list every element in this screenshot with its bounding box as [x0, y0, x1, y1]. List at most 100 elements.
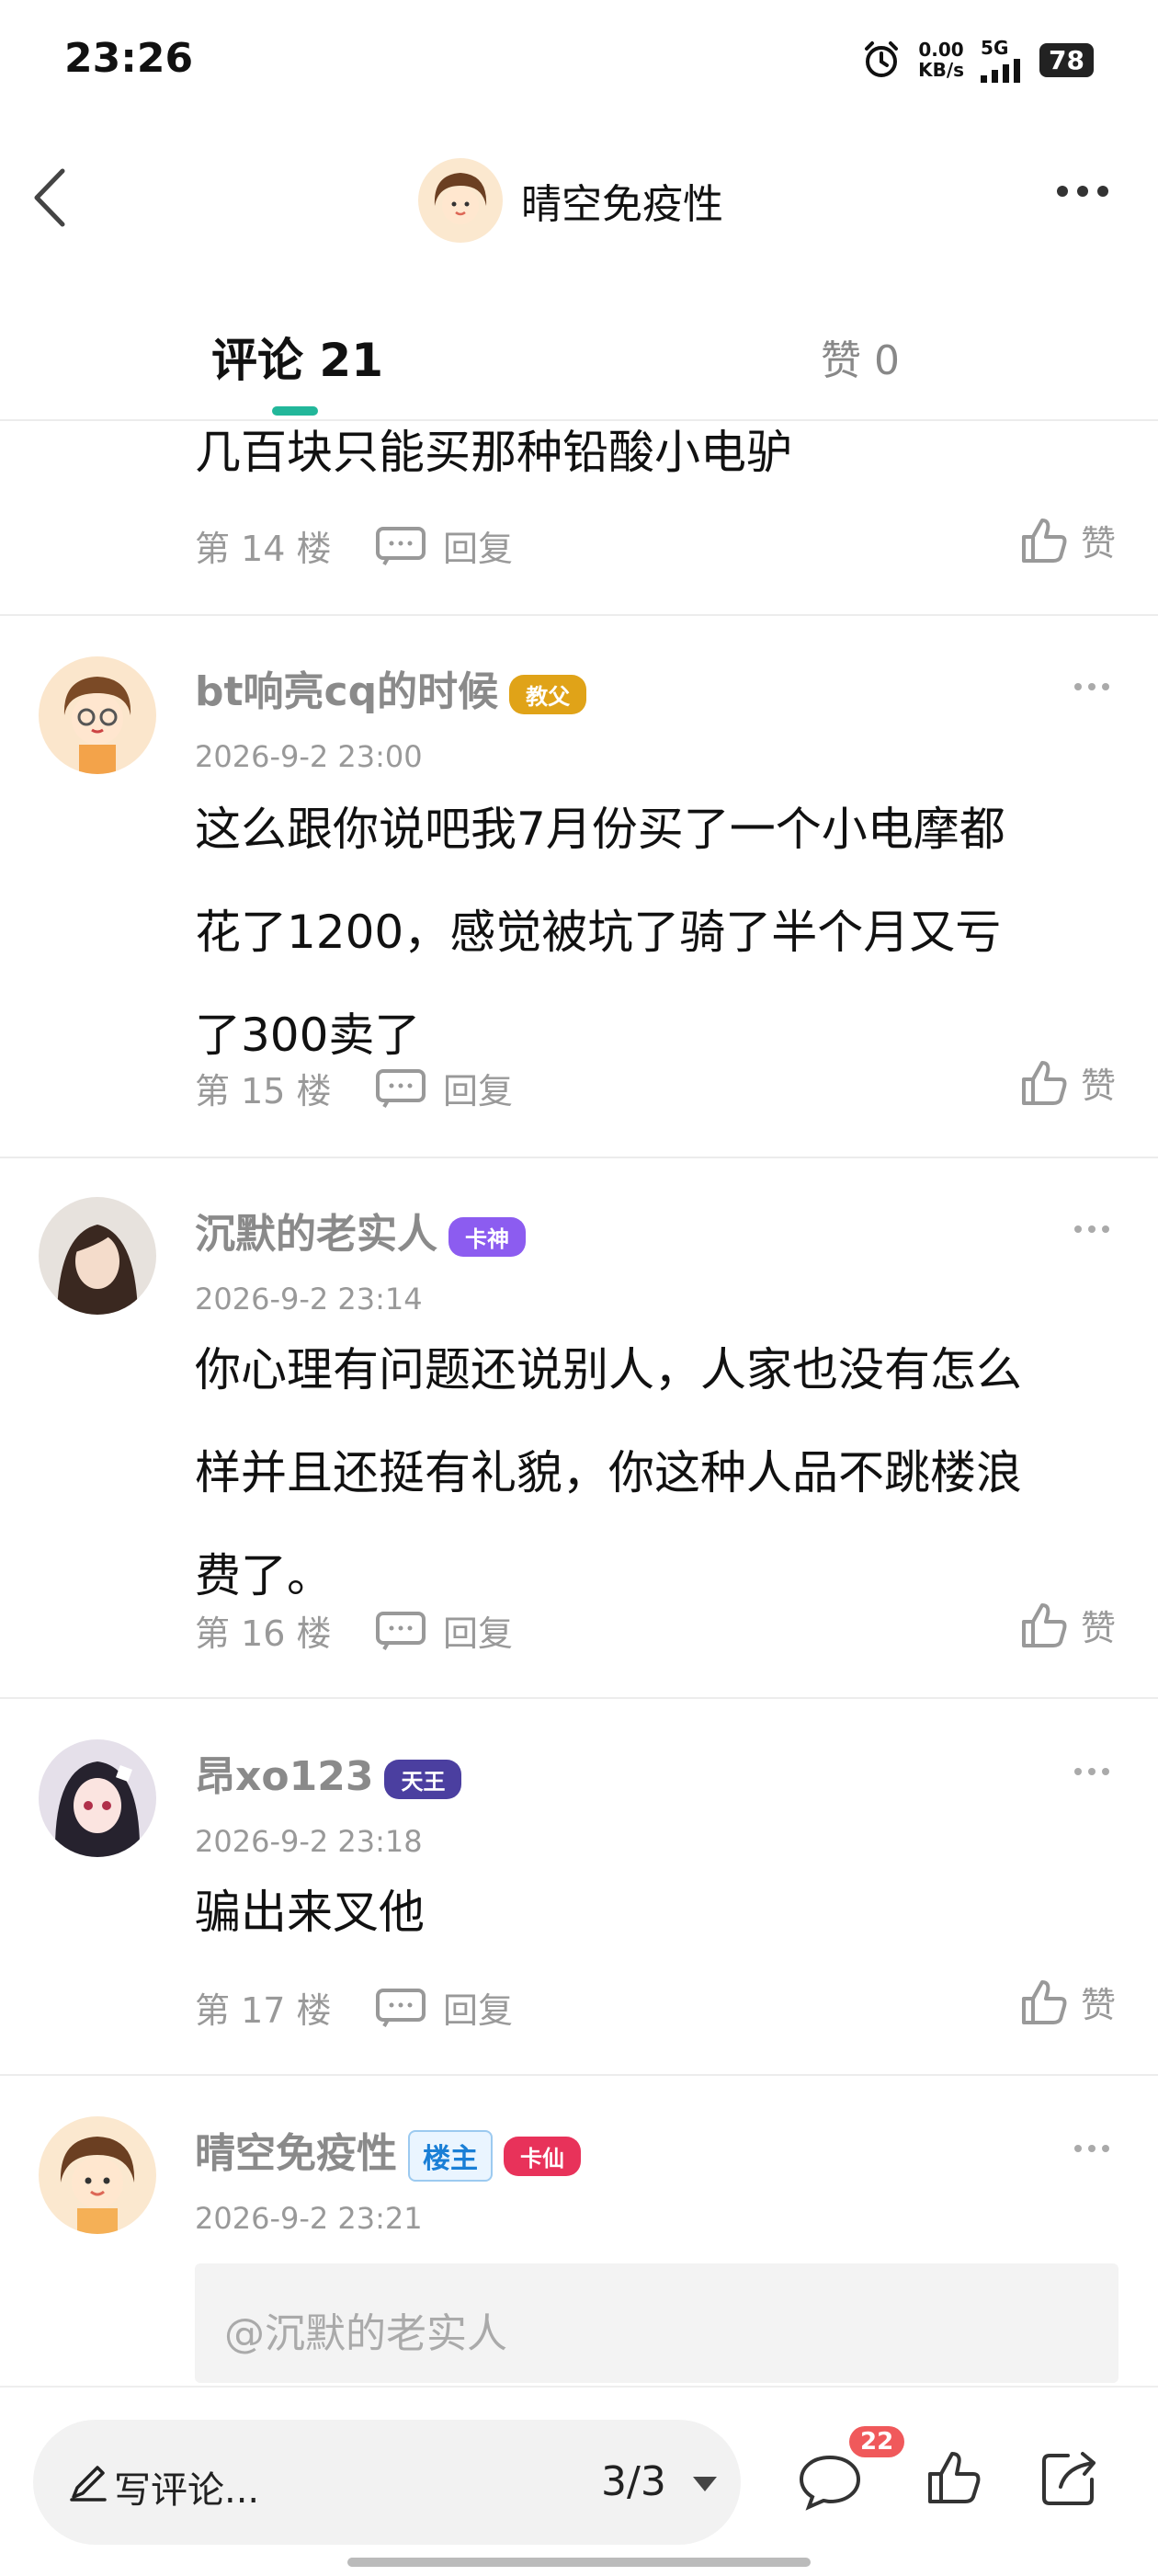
thumbs-up-icon: [1021, 1602, 1067, 1647]
reply-icon: [376, 526, 426, 565]
owner-badge: 楼主: [408, 2130, 493, 2182]
comment-more-button[interactable]: [1073, 1763, 1110, 1781]
more-horizontal-icon: [1074, 1768, 1109, 1775]
more-horizontal-icon: [1074, 683, 1109, 690]
comment-bubble-icon: [799, 2455, 861, 2511]
level-badge: 卡神: [448, 1216, 526, 1257]
like-label: 赞: [1080, 1608, 1116, 1648]
comment-content: 你心理有问题还说别人，人家也没有怎么 样并且还挺有礼貌，你这种人品不跳楼浪 费了…: [195, 1318, 1114, 1627]
caret-down-icon[interactable]: [691, 2475, 719, 2493]
tab-comments[interactable]: 评论 21: [211, 324, 383, 390]
pencil-icon: [70, 2466, 107, 2502]
reply-button[interactable]: 回复: [375, 1605, 513, 1656]
reply-icon: [376, 1611, 426, 1650]
comment-time: 2026-9-2 23:18: [195, 1824, 423, 1859]
avatar-illustration: [39, 1739, 156, 1857]
signal-bars-icon: [981, 59, 1021, 83]
signal: 5G: [981, 37, 1023, 83]
comment-content: 骗出来叉他: [195, 1861, 1114, 1964]
network-type: 5G: [981, 37, 1009, 59]
tab-likes[interactable]: 赞 0: [821, 327, 900, 386]
comment-content: 这么跟你说吧我7月份买了一个小电摩都 花了1200，感觉被坑了骑了半个月又亏 了…: [195, 778, 1114, 1087]
comment-line: 你心理有问题还说别人，人家也没有怎么: [195, 1343, 1022, 1396]
avatar-photo: [39, 1197, 156, 1315]
alarm-clock-icon: [865, 41, 899, 77]
comment-line: 费了。: [195, 1549, 333, 1602]
page-title: 晴空免疫性: [521, 181, 723, 228]
comment-line: 样并且还挺有礼貌，你这种人品不跳楼浪: [195, 1446, 1022, 1499]
username[interactable]: 晴空免疫性 楼主 卡仙: [195, 2120, 581, 2182]
level-badge: 天王: [384, 1759, 462, 1799]
reply-button[interactable]: 回复: [375, 1982, 513, 2033]
comment-divider: [0, 2074, 1158, 2076]
username[interactable]: 沉默的老实人 卡神: [195, 1201, 526, 1260]
comment-divider: [0, 614, 1158, 616]
write-comment-input[interactable]: 写评论... 3/3: [33, 2420, 741, 2545]
avatar[interactable]: [39, 2116, 156, 2234]
reply-label: 回复: [443, 1990, 514, 2031]
username[interactable]: bt响亮cq的时候 教父: [195, 658, 587, 717]
username[interactable]: 昂xo123 天王: [195, 1743, 462, 1802]
share-icon: [1042, 2452, 1096, 2505]
comment-line: 了300卖了: [195, 1009, 421, 1062]
reply-label: 回复: [443, 1613, 514, 1654]
header-user[interactable]: 晴空免疫性: [418, 158, 723, 243]
more-horizontal-icon: [1074, 2145, 1109, 2152]
like-button[interactable]: 赞: [1020, 1600, 1116, 1650]
comments-button[interactable]: [798, 2452, 862, 2514]
avatar[interactable]: [39, 656, 156, 774]
battery-level: 78: [1039, 42, 1094, 77]
reply-label: 回复: [443, 529, 514, 569]
avatar[interactable]: [39, 1739, 156, 1857]
more-options-button[interactable]: [1055, 182, 1110, 204]
avatar[interactable]: [39, 1197, 156, 1315]
back-button[interactable]: [28, 165, 74, 234]
comment-line: 花了1200，感觉被坑了骑了半个月又亏: [195, 906, 1002, 959]
comment-count-badge: 22: [849, 2426, 905, 2457]
comment-divider: [0, 1697, 1158, 1699]
reply-button[interactable]: 回复: [375, 1063, 513, 1113]
comment-more-button[interactable]: [1073, 1221, 1110, 1238]
floor-number: 第 15 楼: [195, 1071, 332, 1111]
like-button[interactable]: 赞: [1020, 1977, 1116, 2027]
avatar-illustration: [39, 656, 156, 774]
home-indicator[interactable]: [347, 2558, 811, 2567]
thumbs-up-icon: [1021, 1060, 1067, 1105]
speed-unit: KB/s: [918, 59, 965, 81]
username-text: 沉默的老实人: [195, 1211, 437, 1258]
reply-button[interactable]: 回复: [375, 520, 513, 571]
write-comment-placeholder: 写评论...: [114, 2469, 260, 2512]
thumbs-up-icon: [1021, 1979, 1067, 2024]
username-text: 昂xo123: [195, 1753, 374, 1800]
username-text: bt响亮cq的时候: [195, 668, 499, 715]
comment-more-button[interactable]: [1073, 678, 1110, 696]
comment-line: 这么跟你说吧我7月份买了一个小电摩都: [195, 803, 1005, 856]
like-button[interactable]: 赞: [1020, 515, 1116, 565]
share-button[interactable]: [1040, 2448, 1099, 2511]
more-horizontal-icon: [1074, 1225, 1109, 1233]
like-label: 赞: [1080, 523, 1116, 564]
avatar: [418, 158, 503, 243]
comment-line: 骗出来叉他: [195, 1886, 425, 1939]
page-indicator[interactable]: 3/3: [601, 2458, 666, 2505]
reply-label: 回复: [443, 1071, 514, 1111]
status-time: 23:26: [64, 35, 194, 82]
like-button[interactable]: 赞: [1020, 1057, 1116, 1108]
like-label: 赞: [1080, 1985, 1116, 2025]
status-icons: 0.00 KB/s 5G 78: [861, 37, 1094, 83]
comment-more-button[interactable]: [1073, 2140, 1110, 2158]
speed-value: 0.00: [918, 39, 964, 61]
more-horizontal-icon: [1057, 186, 1108, 197]
comment-divider: [0, 1157, 1158, 1158]
level-badge: 教父: [509, 674, 587, 714]
floor-number: 第 16 楼: [195, 1613, 332, 1654]
bottom-bar: 写评论... 3/3 22: [0, 2386, 1158, 2576]
comment-time: 2026-9-2 23:00: [195, 739, 423, 774]
comment-time: 2026-9-2 23:14: [195, 1282, 423, 1316]
like-label: 赞: [1080, 1066, 1116, 1106]
chevron-left-icon: [34, 168, 65, 227]
like-post-button[interactable]: [926, 2450, 982, 2509]
quoted-comment[interactable]: @沉默的老实人: [195, 2263, 1118, 2383]
comment-line: 几百块只能买那种铅酸小电驴: [195, 426, 792, 479]
avatar-illustration: [39, 2116, 156, 2234]
